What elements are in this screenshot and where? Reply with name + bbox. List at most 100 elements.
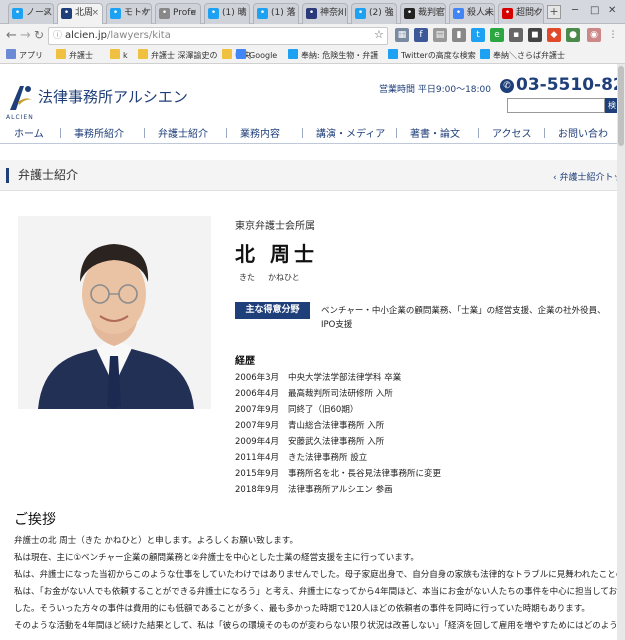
- menu-icon[interactable]: ⋮: [606, 28, 620, 42]
- business-hours: 営業時間 平日9:00～18:00: [379, 85, 492, 95]
- tab-close-icon[interactable]: ×: [91, 4, 99, 23]
- nav-item[interactable]: 事務所紹介: [74, 125, 124, 140]
- browser-tab[interactable]: • (1) 晴 ×: [204, 3, 250, 24]
- title-accent-bar: [6, 168, 9, 183]
- bookmark-item[interactable]: Twitterの高度な検索: [388, 49, 476, 62]
- reload-icon[interactable]: ↻: [34, 28, 44, 42]
- page-info-icon[interactable]: ⓘ: [53, 28, 62, 44]
- back-icon[interactable]: ←: [6, 28, 17, 43]
- twitter-icon: •: [12, 8, 23, 19]
- browser-tab[interactable]: • モトケ ×: [106, 3, 152, 24]
- breadcrumb-back-link[interactable]: ‹ 弁護士紹介トップ: [553, 170, 617, 183]
- phone-icon: ✆: [500, 79, 514, 93]
- tab-close-icon[interactable]: ×: [189, 4, 197, 23]
- career-event: 安藤武久法律事務所 入所: [288, 437, 385, 447]
- bookmark-icon: [388, 49, 398, 59]
- nav-item[interactable]: ホーム: [14, 125, 44, 140]
- browser-tab[interactable]: • 殺人未 ×: [449, 3, 495, 24]
- tab-close-icon[interactable]: ×: [287, 4, 295, 23]
- tab-label: 北周: [75, 8, 94, 18]
- scrollbar-thumb[interactable]: [618, 66, 624, 146]
- nav-item[interactable]: 弁護士紹介: [158, 125, 208, 140]
- greeting-paragraph-line: した。そういった方々の事件は費用的にも低額であることが多く、最も多かった時期で1…: [14, 604, 590, 614]
- tab-close-icon[interactable]: ×: [483, 4, 491, 23]
- dark-ext-icon[interactable]: ◼: [528, 28, 542, 42]
- nav-item[interactable]: 講演・メディア: [316, 125, 385, 140]
- name-kana-given: かねひと: [268, 273, 300, 282]
- bookmark-icon: [110, 49, 120, 59]
- nav-item[interactable]: 業務内容: [240, 125, 280, 140]
- career-date: 2011年4月: [235, 453, 280, 463]
- greeting-paragraph-line: 私は現在、主に①ベンチャー企業の顧問業務と②弁護士を中心とした士業の経営支援を主…: [14, 553, 419, 563]
- maximize-icon[interactable]: □: [590, 5, 599, 16]
- page-scrollbar[interactable]: [617, 64, 625, 640]
- career-event: 中央大学法学部法律学科 卒業: [288, 373, 402, 383]
- bookmark-ext-icon[interactable]: ▮: [452, 28, 466, 42]
- browser-tab[interactable]: • (1) 落 ×: [253, 3, 299, 24]
- career-event: 法律事務所アルシエン 参画: [288, 485, 393, 495]
- bookmark-item[interactable]: Google: [236, 49, 277, 62]
- phone-text: 03-5510-82: [516, 75, 617, 95]
- specialty-text: ベンチャー・中小企業の顧問業務、「士業」の経営支援、企業の社外役員、IPO支援: [321, 306, 606, 330]
- career-row: 2006年3月 中央大学法学部法律学科 卒業: [235, 371, 401, 383]
- extension-icon[interactable]: ▤: [433, 28, 447, 42]
- url-input[interactable]: ⓘ alcien.jp/lawyers/kita: [48, 27, 388, 45]
- career-row: 2015年9月 事務所名を北・長谷見法律事務所に変更: [235, 467, 441, 479]
- browser-tab[interactable]: • 神奈川 ×: [302, 3, 348, 24]
- site-search-button[interactable]: 検: [605, 98, 617, 113]
- career-row: 2007年9月 青山総合法律事務所 入所: [235, 419, 384, 431]
- phone-number[interactable]: ✆ 03-5510-82: [500, 75, 617, 95]
- browser-tab[interactable]: • (2) 強 ×: [351, 3, 397, 24]
- browser-tab[interactable]: • 裁判官 ×: [400, 3, 446, 24]
- site-search-input[interactable]: [507, 98, 605, 113]
- close-window-icon[interactable]: ✕: [608, 5, 616, 16]
- twitter-ext-icon[interactable]: t: [471, 28, 485, 42]
- bookmark-item[interactable]: 弁護士 深澤諭史の: [138, 49, 218, 62]
- tab-close-icon[interactable]: ×: [140, 4, 148, 23]
- bookmark-star-icon[interactable]: ☆: [374, 28, 384, 41]
- bookmark-item[interactable]: 奉納＼さらば弁護士: [480, 49, 565, 62]
- career-event: きた法律事務所 設立: [288, 453, 368, 463]
- evernote-icon[interactable]: e: [490, 28, 504, 42]
- green-ext-icon[interactable]: ●: [566, 28, 580, 42]
- bookmark-item[interactable]: アプリ: [6, 49, 43, 62]
- tab-close-icon[interactable]: ×: [238, 4, 246, 23]
- nav-item[interactable]: 著書・論文: [410, 125, 460, 140]
- firm-logo[interactable]: [6, 80, 36, 118]
- red-ext-icon[interactable]: ◆: [547, 28, 561, 42]
- tab-close-icon[interactable]: ×: [336, 4, 344, 23]
- bookmark-item[interactable]: 弁護士: [56, 49, 93, 62]
- bookmark-item[interactable]: k: [110, 49, 128, 62]
- forward-icon[interactable]: →: [20, 28, 31, 43]
- bookmark-label: 弁護士: [69, 51, 93, 60]
- career-date: 2007年9月: [235, 405, 280, 415]
- new-tab-button[interactable]: +: [547, 5, 561, 19]
- tab-close-icon[interactable]: ×: [532, 4, 540, 23]
- browser-tab[interactable]: • Profe ×: [155, 3, 201, 24]
- tab-close-icon[interactable]: ×: [434, 4, 442, 23]
- tab-close-icon[interactable]: ×: [42, 4, 50, 23]
- career-date: 2007年9月: [235, 421, 280, 431]
- browser-tab[interactable]: • ノース ×: [8, 3, 54, 24]
- extension-icon[interactable]: ▦: [395, 28, 409, 42]
- browser-tab-bar: • ノース × • 北周 × • モトケ × • Profe × • (1) 晴 × • (1) 落 × • 神奈川 ×…: [0, 0, 625, 24]
- url-path: /lawyers/kita: [106, 30, 171, 41]
- career-event: 事務所名を北・長谷見法律事務所に変更: [288, 469, 442, 479]
- browser-tab[interactable]: • 超問ク ×: [498, 3, 544, 24]
- extension-icon[interactable]: ▪: [509, 28, 523, 42]
- alcien-icon: •: [61, 8, 72, 19]
- nav-item[interactable]: アクセス: [492, 125, 532, 140]
- profile-avatar-icon[interactable]: ◉: [587, 28, 601, 42]
- twitter-icon: •: [257, 8, 268, 19]
- bookmark-icon: [288, 49, 298, 59]
- career-heading: 経歴: [235, 356, 255, 367]
- bookmark-item[interactable]: 奉納: 危険生物・弁護: [288, 49, 378, 62]
- nav-item[interactable]: お問い合わ: [558, 125, 608, 140]
- facebook-icon[interactable]: f: [414, 28, 428, 42]
- tab-close-icon[interactable]: ×: [385, 4, 393, 23]
- minimize-icon[interactable]: ─: [572, 5, 578, 16]
- browser-tab[interactable]: • 北周 ×: [57, 3, 103, 24]
- career-row: 2006年4月 最高裁判所司法研修所 入所: [235, 387, 393, 399]
- name-kana-family: きた: [239, 273, 255, 282]
- firm-name[interactable]: 法律事務所アルシエン: [38, 86, 188, 107]
